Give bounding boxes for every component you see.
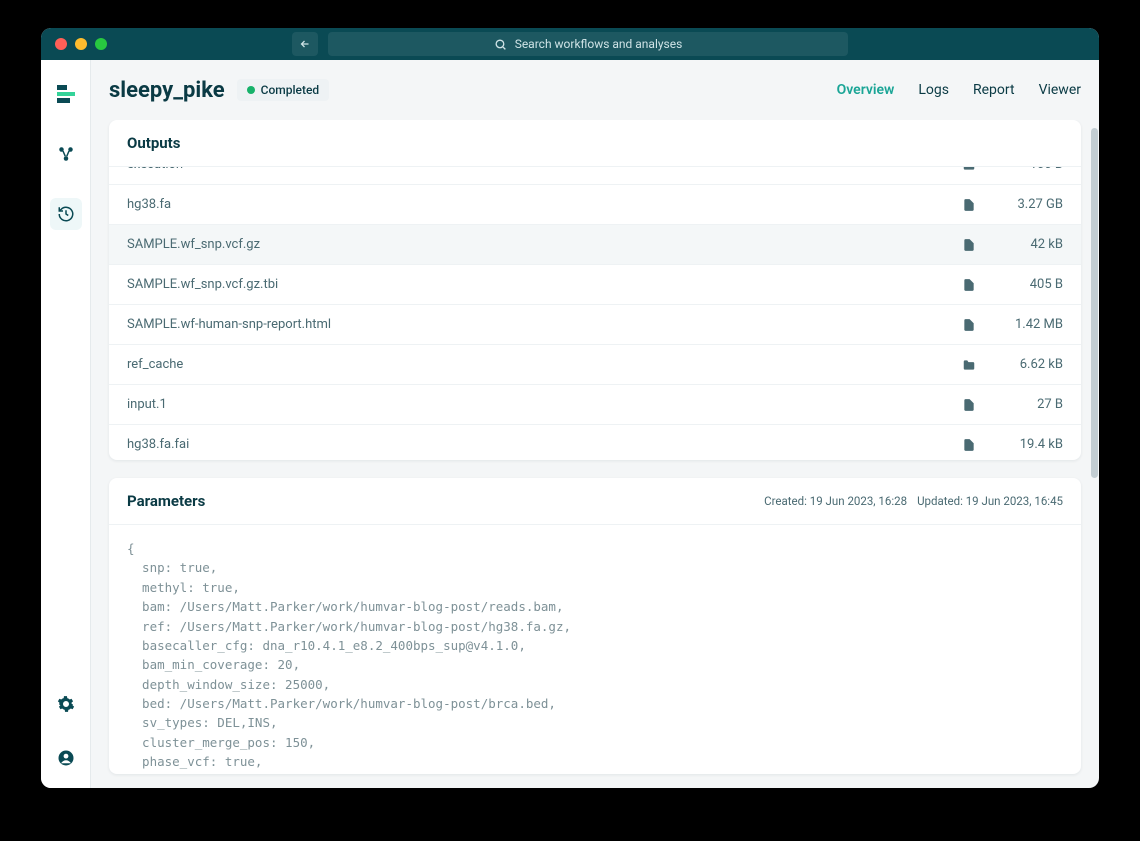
maximize-window-button[interactable]	[95, 38, 107, 50]
page-content: Outputs execution 100 B hg38.fa 3.27 GB SAMP…	[91, 120, 1099, 788]
output-name: hg38.fa	[127, 197, 959, 212]
output-size: 6.62 kB	[993, 357, 1063, 372]
tab-logs[interactable]: Logs	[918, 82, 949, 98]
output-name: hg38.fa.fai	[127, 437, 959, 452]
status-dot-icon	[247, 86, 255, 94]
output-name: SAMPLE.wf-human-snp-report.html	[127, 317, 959, 332]
tab-overview[interactable]: Overview	[837, 82, 895, 98]
tab-report[interactable]: Report	[973, 82, 1015, 98]
sidebar-account[interactable]	[50, 742, 82, 774]
sidebar-logo[interactable]	[50, 78, 82, 110]
output-name: SAMPLE.wf_snp.vcf.gz	[127, 237, 959, 252]
output-row[interactable]: execution 100 B	[109, 166, 1081, 185]
folder-icon	[959, 358, 979, 372]
output-size: 1.42 MB	[993, 317, 1063, 332]
output-row[interactable]: ref_cache 6.62 kB	[109, 345, 1081, 385]
parameters-card: Parameters Created: 19 Jun 2023, 16:28 U…	[109, 478, 1081, 774]
parameters-meta: Created: 19 Jun 2023, 16:28 Updated: 19 …	[764, 494, 1063, 508]
back-button[interactable]	[292, 32, 318, 56]
output-size: 42 kB	[993, 237, 1063, 252]
status-label: Completed	[261, 83, 320, 97]
sidebar-settings[interactable]	[50, 688, 82, 720]
main-scrollbar[interactable]	[1091, 128, 1098, 478]
output-row[interactable]: hg38.fa 3.27 GB	[109, 185, 1081, 225]
sidebar-history[interactable]	[50, 198, 82, 230]
page-tabs: Overview Logs Report Viewer	[837, 82, 1081, 98]
output-name: input.1	[127, 397, 959, 412]
titlebar-center: Search workflows and analyses	[292, 32, 848, 56]
parameters-title: Parameters	[127, 492, 205, 510]
file-icon	[959, 438, 979, 452]
file-icon	[959, 318, 979, 332]
parameters-created: Created: 19 Jun 2023, 16:28	[764, 494, 907, 508]
close-window-button[interactable]	[55, 38, 67, 50]
folder-icon	[959, 166, 979, 172]
app-body: sleepy_pike Completed Overview Logs Repo…	[41, 60, 1099, 788]
history-icon	[57, 205, 75, 223]
parameters-updated: Updated: 19 Jun 2023, 16:45	[917, 494, 1063, 508]
file-icon	[959, 278, 979, 292]
output-size: 100 B	[993, 166, 1063, 172]
output-size: 19.4 kB	[993, 437, 1063, 452]
output-name: ref_cache	[127, 357, 959, 372]
output-size: 27 B	[993, 397, 1063, 412]
workflow-icon	[57, 145, 75, 163]
search-input[interactable]: Search workflows and analyses	[328, 32, 848, 56]
tab-viewer[interactable]: Viewer	[1039, 82, 1081, 98]
outputs-title: Outputs	[127, 134, 180, 152]
output-name: execution	[127, 166, 959, 172]
sidebar-workflows[interactable]	[50, 138, 82, 170]
outputs-list[interactable]: execution 100 B hg38.fa 3.27 GB SAMPLE.wf_sn…	[109, 166, 1081, 460]
app-window: Search workflows and analyses	[41, 28, 1099, 788]
output-row[interactable]: input.1 27 B	[109, 385, 1081, 425]
page-header: sleepy_pike Completed Overview Logs Repo…	[91, 60, 1099, 120]
output-row[interactable]: hg38.fa.fai 19.4 kB	[109, 425, 1081, 460]
outputs-card: Outputs execution 100 B hg38.fa 3.27 GB SAMP…	[109, 120, 1081, 460]
main-panel: sleepy_pike Completed Overview Logs Repo…	[91, 60, 1099, 788]
parameters-header: Parameters Created: 19 Jun 2023, 16:28 U…	[109, 478, 1081, 524]
sidebar	[41, 60, 91, 788]
file-icon	[959, 198, 979, 212]
output-name: SAMPLE.wf_snp.vcf.gz.tbi	[127, 277, 959, 292]
file-icon	[959, 398, 979, 412]
gear-icon	[57, 695, 75, 713]
parameters-body[interactable]: { snp: true, methyl: true, bam: /Users/M…	[109, 524, 1081, 774]
user-icon	[57, 749, 75, 767]
outputs-header: Outputs	[109, 120, 1081, 166]
file-icon	[959, 238, 979, 252]
output-row[interactable]: SAMPLE.wf_snp.vcf.gz.tbi 405 B	[109, 265, 1081, 305]
minimize-window-button[interactable]	[75, 38, 87, 50]
output-size: 405 B	[993, 277, 1063, 292]
search-placeholder: Search workflows and analyses	[515, 37, 683, 51]
window-controls	[55, 38, 107, 50]
output-row[interactable]: SAMPLE.wf_snp.vcf.gz 42 kB	[109, 225, 1081, 265]
output-row[interactable]: SAMPLE.wf-human-snp-report.html 1.42 MB	[109, 305, 1081, 345]
logo-icon	[57, 85, 75, 103]
search-icon	[494, 38, 507, 51]
page-title: sleepy_pike	[109, 78, 225, 103]
titlebar: Search workflows and analyses	[41, 28, 1099, 60]
output-size: 3.27 GB	[993, 197, 1063, 212]
status-badge: Completed	[237, 79, 330, 101]
